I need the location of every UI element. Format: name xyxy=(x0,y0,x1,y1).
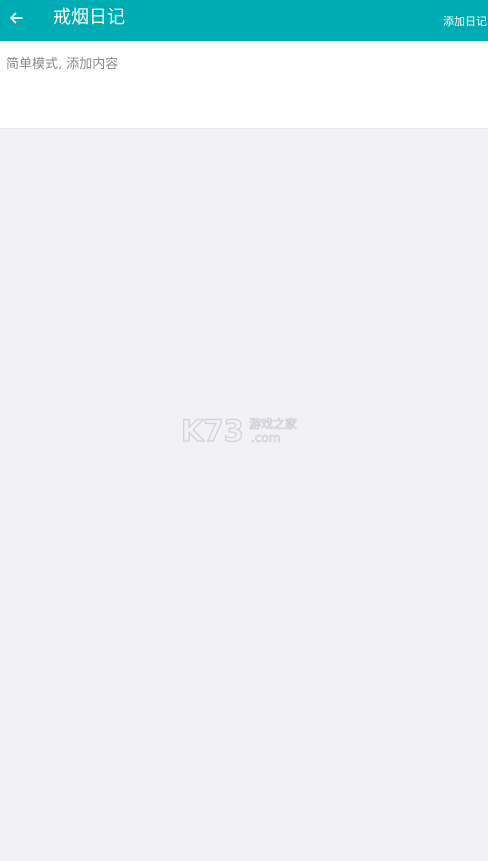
k73-watermark-logo: K73 游戏之家 .com xyxy=(180,413,307,448)
diary-editor-panel xyxy=(0,42,488,129)
page-title: 戒烟日记 xyxy=(53,7,125,28)
watermark-tagline: 游戏之家 xyxy=(249,416,297,431)
diary-content-input[interactable] xyxy=(0,42,488,128)
arrow-left-icon xyxy=(10,12,23,24)
back-button[interactable] xyxy=(4,4,28,32)
top-app-bar: 戒烟日记 添加日记 xyxy=(0,0,488,41)
watermark-brand: K73 xyxy=(181,414,244,446)
watermark-domain: .com xyxy=(251,431,280,445)
add-diary-button[interactable]: 添加日记 xyxy=(443,14,488,30)
app-screen: 戒烟日记 添加日记 K73 游戏之家 .com xyxy=(0,0,488,861)
